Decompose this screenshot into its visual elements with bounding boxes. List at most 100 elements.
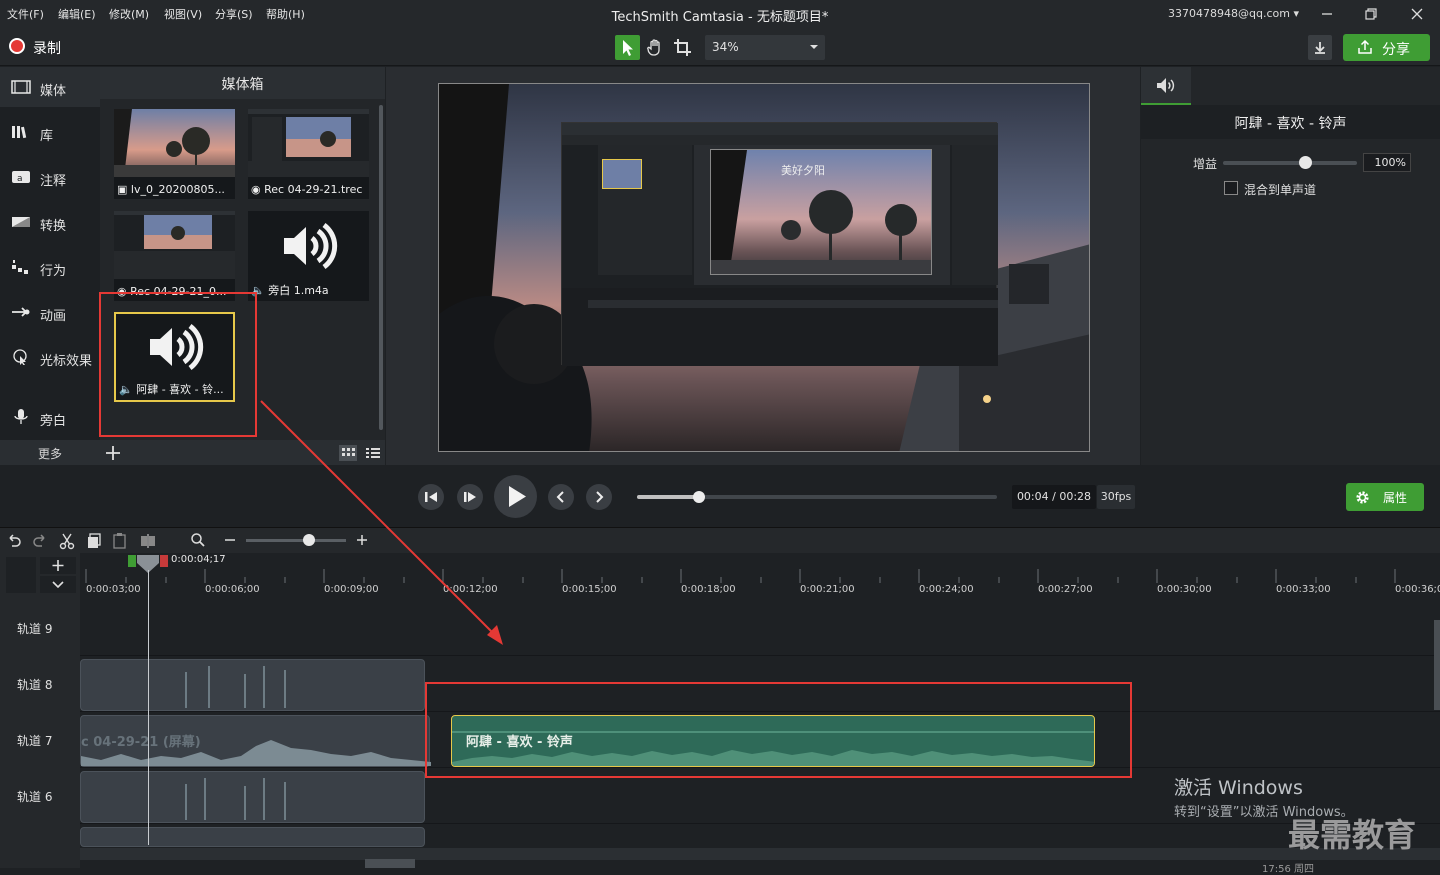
- clip-title: 阿肆 - 喜欢 - 铃声: [1141, 105, 1440, 139]
- in-point-marker[interactable]: [128, 555, 136, 567]
- track5-clip[interactable]: [80, 827, 425, 847]
- media-item-video[interactable]: ▣ lv_0_20200805...: [114, 109, 235, 199]
- brand-watermark: 最需教育: [1288, 816, 1417, 854]
- nested-media-bin: [598, 145, 692, 275]
- scrub-progress: [637, 495, 699, 499]
- paste-icon[interactable]: [111, 532, 129, 550]
- nested-canvas: 美好夕阳: [710, 149, 932, 275]
- media-item-label: ▣ lv_0_20200805...: [117, 183, 225, 196]
- previous-marker-button[interactable]: [548, 484, 574, 510]
- nav-item-voice-narration[interactable]: 旁白: [0, 397, 100, 437]
- scrub-handle[interactable]: [693, 491, 705, 503]
- track-label[interactable]: 轨道 8: [0, 657, 80, 712]
- account-menu[interactable]: 3370478948@qq.com ▾: [1168, 7, 1299, 20]
- download-button[interactable]: [1308, 35, 1332, 60]
- track-label[interactable]: 轨道 9: [0, 601, 80, 656]
- track6-clip[interactable]: [80, 771, 425, 823]
- track8-clip[interactable]: [80, 659, 425, 711]
- media-item-label: ◉ Rec 04-29-21.trec: [251, 183, 363, 196]
- menu-edit[interactable]: 编辑(E): [58, 6, 96, 22]
- track-options[interactable]: [6, 557, 36, 593]
- cursor-effect-icon: [13, 349, 27, 365]
- preview-canvas[interactable]: 美好夕阳: [438, 83, 1090, 452]
- media-item-audio[interactable]: 🔈 旁白 1.m4a: [248, 211, 369, 301]
- track-label[interactable]: 轨道 6: [0, 769, 80, 824]
- nav-label-annotations: 注释: [40, 174, 67, 189]
- nav-item-cursor-effects[interactable]: 光标效果: [0, 337, 100, 377]
- record-button[interactable]: 录制: [33, 38, 61, 58]
- timeline-horizontal-scrollbar[interactable]: [80, 848, 1440, 860]
- gain-slider-handle[interactable]: [1299, 156, 1312, 169]
- nested-screenshot: 美好夕阳: [561, 122, 998, 366]
- minimize-icon[interactable]: [1318, 5, 1336, 23]
- mix-to-mono-checkbox[interactable]: [1224, 181, 1238, 195]
- cut-icon[interactable]: [58, 532, 76, 550]
- fps-display[interactable]: 30fps: [1097, 485, 1135, 509]
- nav-label-library: 库: [40, 129, 54, 144]
- select-tool-button[interactable]: [615, 35, 640, 60]
- ruler-tick-label: 0:00:15;00: [562, 584, 617, 595]
- nav-item-annotations[interactable]: a 注释: [0, 157, 100, 197]
- nested-thumb: [602, 159, 642, 189]
- nested-props: [952, 145, 998, 285]
- track7-screen-clip[interactable]: c 04-29-21 (屏幕): [80, 715, 431, 767]
- nav-item-behaviors[interactable]: 行为: [0, 247, 100, 287]
- timeline-vertical-scrollbar[interactable]: [1434, 620, 1440, 710]
- zoom-icon[interactable]: [190, 532, 206, 548]
- menu-file[interactable]: 文件(F): [7, 6, 44, 22]
- nested-caption: 美好夕阳: [781, 164, 825, 177]
- clip-waveform: [185, 778, 286, 820]
- record-icon[interactable]: [9, 38, 25, 54]
- add-track-button[interactable]: [40, 557, 76, 574]
- media-thumbnail: [114, 109, 235, 177]
- crop-tool-button[interactable]: [670, 35, 695, 60]
- media-item-recording[interactable]: ◉ Rec 04-29-21.trec: [248, 109, 369, 199]
- download-icon: [1315, 42, 1325, 54]
- playhead-line[interactable]: [148, 570, 149, 845]
- library-icon: [12, 126, 27, 139]
- gain-slider[interactable]: [1223, 161, 1357, 165]
- film-icon: [11, 80, 31, 94]
- clip-label: c 04-29-21 (屏幕): [81, 735, 201, 750]
- scrollbar-thumb[interactable]: [365, 859, 415, 868]
- nav-label-transitions: 转换: [40, 219, 67, 234]
- nav-item-transitions[interactable]: 转换: [0, 202, 100, 242]
- menu-view[interactable]: 视图(V): [164, 6, 202, 22]
- nav-label-animations: 动画: [40, 309, 67, 324]
- menu-help[interactable]: 帮助(H): [266, 6, 305, 22]
- mix-to-mono-label: 混合到单声道: [1244, 183, 1317, 197]
- account-email: 3370478948@qq.com: [1168, 7, 1290, 20]
- media-bin-scrollbar[interactable]: [379, 105, 383, 430]
- nav-label-behaviors: 行为: [40, 264, 67, 279]
- speaker-icon: [1157, 78, 1175, 93]
- svg-text:a: a: [17, 174, 23, 184]
- close-icon[interactable]: [1408, 5, 1426, 23]
- nav-item-media[interactable]: 媒体: [0, 67, 100, 107]
- plus-icon[interactable]: [104, 444, 122, 462]
- ruler-tick-label: 0:00:33;00: [1276, 584, 1331, 595]
- pan-tool-button[interactable]: [643, 35, 668, 60]
- out-point-marker[interactable]: [160, 555, 168, 567]
- undo-icon[interactable]: [5, 532, 23, 550]
- zoom-out-icon[interactable]: [223, 533, 237, 547]
- gain-value-input[interactable]: 100%: [1363, 153, 1411, 172]
- nav-item-library[interactable]: 库: [0, 112, 100, 152]
- split-icon[interactable]: [139, 532, 157, 550]
- menu-share[interactable]: 分享(S): [215, 6, 253, 22]
- redo-icon[interactable]: [31, 532, 49, 550]
- next-marker-button[interactable]: [586, 484, 612, 510]
- playhead-time: 0:00:04;17: [171, 554, 226, 565]
- ruler-tick-label: 0:00:06;00: [205, 584, 260, 595]
- restore-icon[interactable]: [1362, 5, 1380, 23]
- copy-icon[interactable]: [85, 532, 103, 550]
- menu-modify[interactable]: 修改(M): [109, 6, 149, 22]
- zoom-value: 34%: [712, 40, 739, 54]
- audio-properties-tab[interactable]: [1141, 67, 1191, 105]
- nav-item-animations[interactable]: 动画: [0, 292, 100, 332]
- collapse-tracks-button[interactable]: [40, 576, 76, 593]
- media-thumbnail: [248, 109, 369, 177]
- activate-windows-title: 激活 Windows: [1174, 777, 1303, 799]
- track-label[interactable]: 轨道 7: [0, 713, 80, 768]
- media-item-recording[interactable]: ◉ Rec 04-29-21_0...: [114, 211, 235, 301]
- chevron-left-icon: [556, 491, 564, 503]
